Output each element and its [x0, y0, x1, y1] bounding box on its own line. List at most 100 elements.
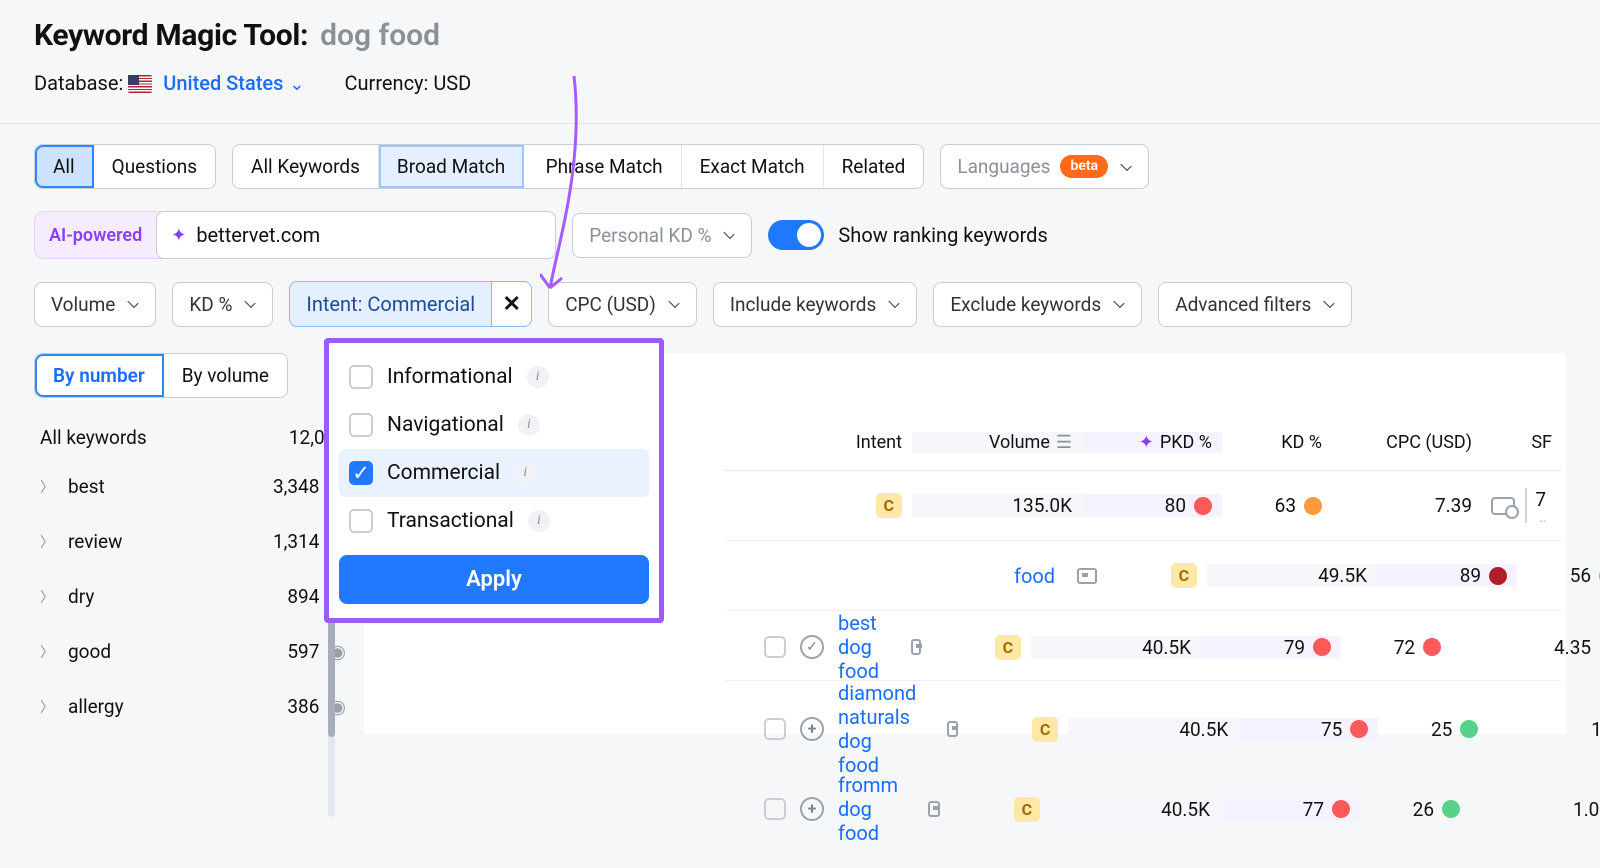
volume-filter[interactable]: Volume: [34, 282, 156, 327]
plus-circle-icon[interactable]: +: [800, 797, 824, 821]
serp-features-icon[interactable]: [1491, 497, 1515, 515]
volume-cell: 49.5K: [1207, 564, 1377, 587]
serp-icon[interactable]: [947, 721, 958, 737]
keyword-link[interactable]: best dog food: [838, 611, 889, 683]
kd-cell: 25: [1378, 718, 1488, 741]
sf-cell[interactable]: 7: [1482, 488, 1562, 523]
intent-badge: C: [1171, 563, 1197, 588]
volume-cell: 135.0K: [912, 494, 1082, 517]
intent-cell: C: [931, 635, 1031, 660]
kd-filter[interactable]: KD %: [172, 282, 273, 327]
match-tab-all-keywords[interactable]: All Keywords: [233, 145, 379, 188]
match-segment[interactable]: All Keywords Broad Match Phrase Match Ex…: [232, 144, 924, 189]
chevron-down-icon: [1111, 297, 1125, 311]
row-checkbox[interactable]: [764, 798, 786, 820]
checkbox[interactable]: [349, 365, 373, 389]
table-row: ✓best dog foodC40.5K79724.3510: [724, 611, 1562, 681]
plus-circle-icon[interactable]: +: [800, 717, 824, 741]
intent-filter[interactable]: Intent: Commercial ✕: [289, 281, 532, 327]
row-checkbox[interactable]: [764, 718, 786, 740]
personal-kd-dropdown[interactable]: Personal KD %: [572, 213, 752, 258]
match-tab-phrase[interactable]: Phrase Match: [524, 145, 681, 188]
keyword-cell[interactable]: food: [724, 564, 1107, 588]
group-count: 3,348: [273, 475, 319, 498]
intent-filter-clear[interactable]: ✕: [491, 282, 531, 326]
info-icon[interactable]: i: [527, 366, 549, 388]
difficulty-dot-icon: [1313, 638, 1331, 656]
col-cpc[interactable]: CPC (USD): [1332, 432, 1482, 453]
sidebar-group-review[interactable]: 〉review1,314◉: [34, 514, 364, 569]
ai-powered-label: AI-powered: [35, 215, 156, 256]
keyword-cell[interactable]: ✓ best dog food: [724, 611, 931, 683]
exclude-keywords-filter[interactable]: Exclude keywords: [933, 282, 1142, 327]
info-icon[interactable]: i: [528, 510, 550, 532]
intent-option-transactional[interactable]: Transactional i: [339, 497, 649, 545]
volume-cell: 40.5K: [1050, 798, 1220, 821]
intent-filter-label[interactable]: Intent: Commercial: [290, 282, 491, 326]
volume-cell: 40.5K: [1031, 636, 1201, 659]
keyword-link[interactable]: fromm dog food: [838, 773, 906, 845]
intent-apply-button[interactable]: Apply: [339, 555, 649, 604]
col-pkd[interactable]: ✦PKD %: [1082, 432, 1222, 453]
intent-option-commercial[interactable]: ✓ Commercial i: [339, 449, 649, 497]
pkd-cell: 79: [1201, 636, 1341, 659]
database-selector[interactable]: Database: United States⌄: [34, 71, 305, 95]
currency-display: Currency: USD: [345, 71, 472, 95]
match-tab-related[interactable]: Related: [824, 145, 924, 188]
group-name: dry: [68, 585, 94, 608]
languages-dropdown[interactable]: Languages beta: [940, 144, 1149, 189]
checkbox-checked[interactable]: ✓: [349, 461, 373, 485]
match-tab-exact[interactable]: Exact Match: [682, 145, 824, 188]
serp-icon[interactable]: [911, 639, 922, 655]
domain-input[interactable]: [196, 223, 541, 247]
intent-option-informational[interactable]: Informational i: [339, 353, 649, 401]
group-name: review: [68, 530, 122, 553]
difficulty-dot-icon: [1332, 800, 1350, 818]
ranking-keywords-toggle[interactable]: [768, 220, 824, 250]
info-icon[interactable]: i: [518, 414, 540, 436]
volume-cell: 40.5K: [1068, 718, 1238, 741]
difficulty-dot-icon: [1423, 638, 1441, 656]
cpc-cell: 1.47: [1488, 718, 1600, 741]
col-kd[interactable]: KD %: [1222, 432, 1332, 453]
intent-option-navigational[interactable]: Navigational i: [339, 401, 649, 449]
checkbox[interactable]: [349, 413, 373, 437]
group-sort-segment[interactable]: By number By volume: [34, 353, 288, 398]
group-name: good: [68, 640, 111, 663]
col-volume[interactable]: Volume☰: [912, 432, 1082, 453]
sidebar-group-best[interactable]: 〉best3,348◉: [34, 459, 364, 514]
chevron-right-icon: 〉: [40, 532, 54, 552]
sidebar-all-keywords[interactable]: All keywords 12,003: [34, 416, 364, 459]
intent-badge: C: [1014, 797, 1040, 822]
cpc-filter[interactable]: CPC (USD): [548, 282, 697, 327]
keyword-link[interactable]: food: [1014, 564, 1055, 588]
sidebar-group-allergy[interactable]: 〉allergy386◉: [34, 679, 364, 734]
keyword-link[interactable]: diamond naturals dogfood: [838, 681, 925, 777]
row-checkbox[interactable]: [764, 636, 786, 658]
by-volume-tab[interactable]: By volume: [164, 354, 287, 397]
by-number-tab[interactable]: By number: [35, 354, 164, 397]
serp-icon[interactable]: [928, 801, 940, 817]
scope-tab-all[interactable]: All: [35, 145, 94, 188]
keyword-cell[interactable]: + fromm dog food: [724, 773, 950, 845]
info-icon[interactable]: i: [514, 462, 536, 484]
kd-cell: 26: [1360, 798, 1470, 821]
keyword-cell[interactable]: + diamond naturals dogfood: [724, 681, 968, 777]
scope-segment[interactable]: All Questions: [34, 144, 216, 189]
scope-tab-questions[interactable]: Questions: [94, 145, 215, 188]
col-intent[interactable]: Intent: [812, 432, 912, 453]
domain-input-wrap[interactable]: ✦: [156, 211, 556, 259]
checkbox[interactable]: [349, 509, 373, 533]
chevron-right-icon: 〉: [40, 587, 54, 607]
sidebar-group-good[interactable]: 〉good597◉: [34, 624, 364, 679]
ai-domain-group: AI-powered ✦: [34, 211, 556, 259]
checkmark-circle-icon[interactable]: ✓: [800, 635, 824, 659]
advanced-filters[interactable]: Advanced filters: [1158, 282, 1352, 327]
match-tab-broad[interactable]: Broad Match: [379, 145, 524, 188]
chevron-down-icon: [125, 297, 139, 311]
group-count: 597: [287, 640, 319, 663]
sidebar-group-dry[interactable]: 〉dry894◉: [34, 569, 364, 624]
col-sf[interactable]: SF: [1482, 432, 1562, 453]
serp-icon[interactable]: [1077, 568, 1097, 584]
include-keywords-filter[interactable]: Include keywords: [713, 282, 918, 327]
